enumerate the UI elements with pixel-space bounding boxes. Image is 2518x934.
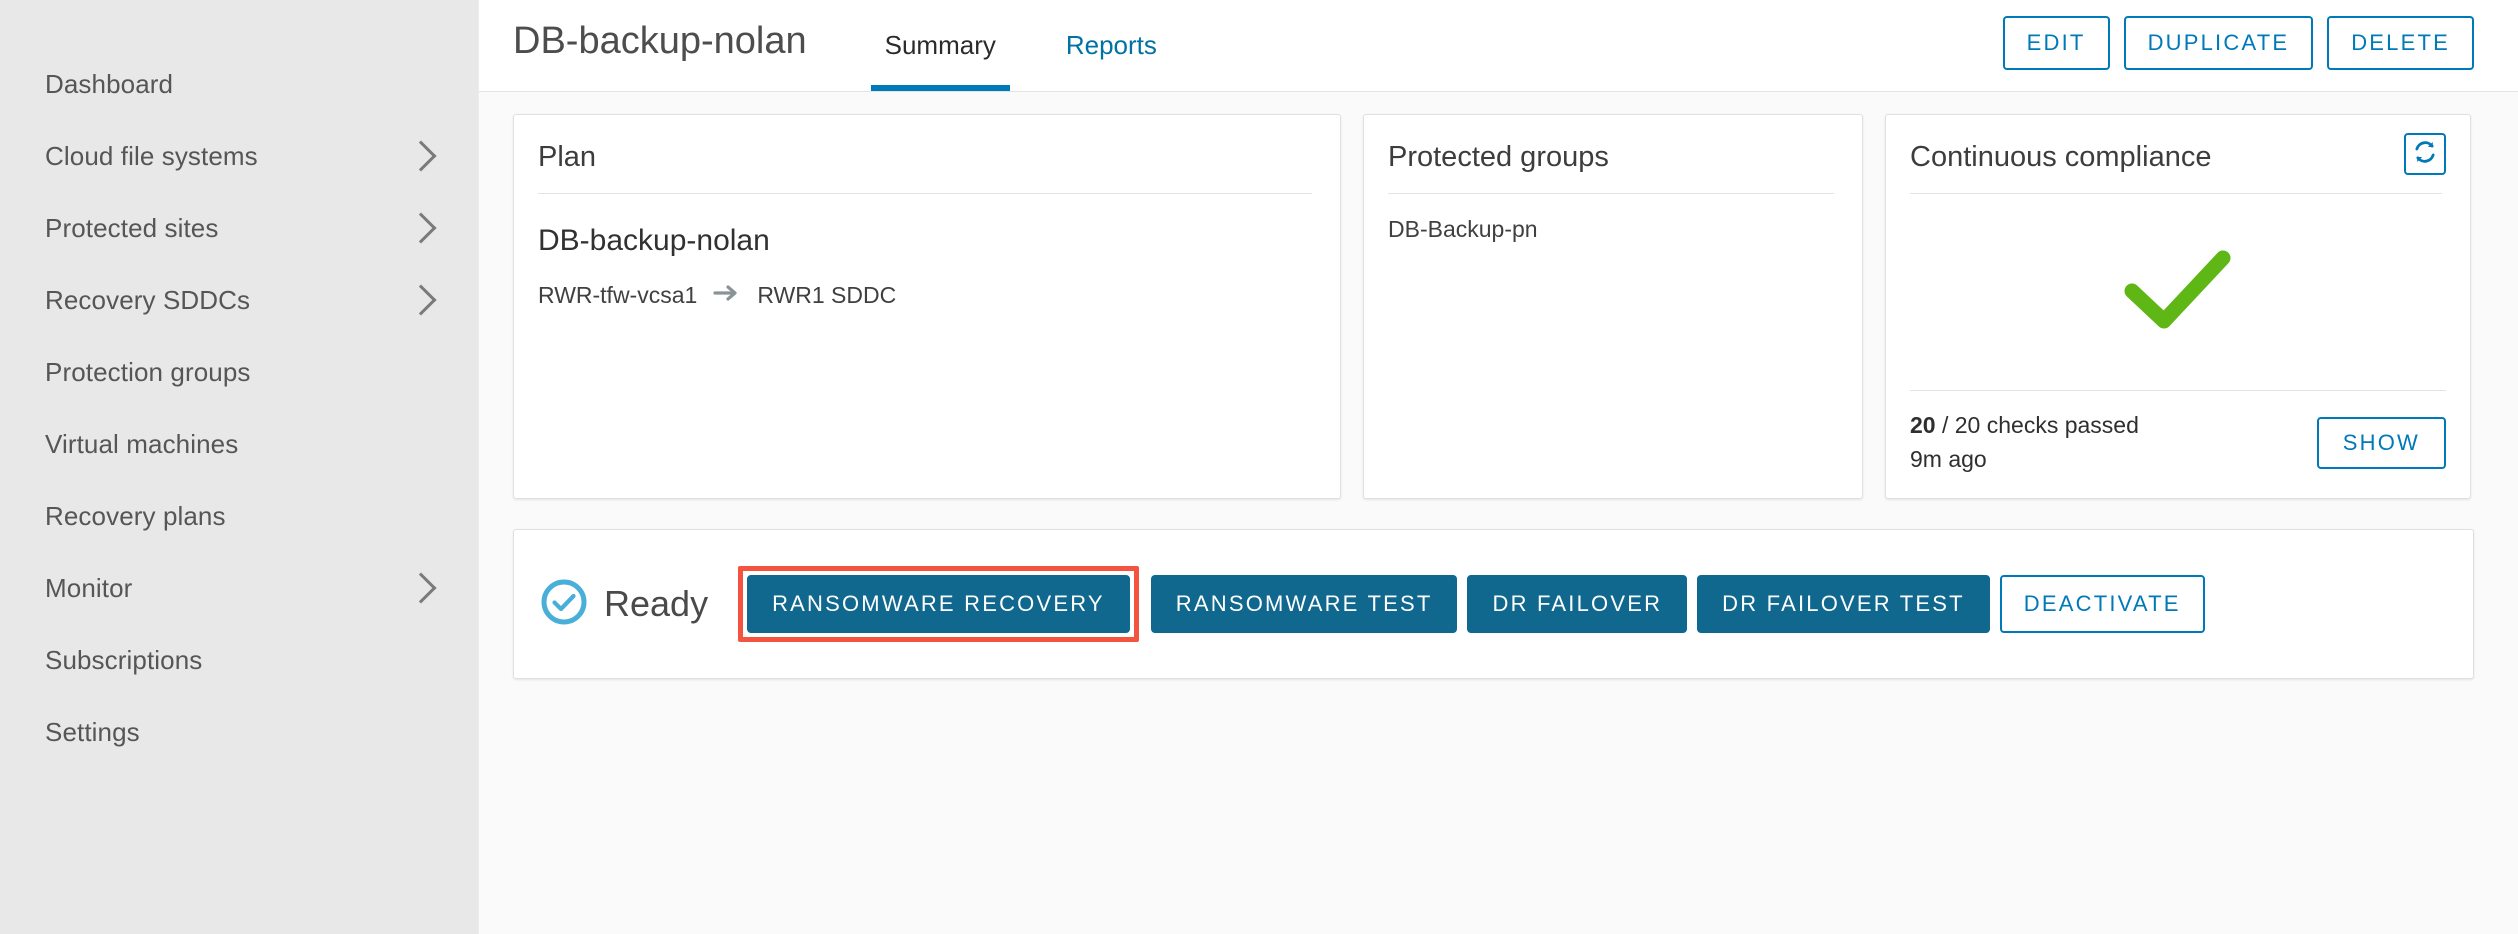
sidebar-item-recovery-plans[interactable]: Recovery plans: [0, 480, 478, 552]
page-title: DB-backup-nolan: [513, 20, 807, 62]
protected-groups-card-body: DB-Backup-pn: [1364, 194, 1862, 498]
compliance-card-header: Continuous compliance: [1886, 115, 2470, 194]
protected-groups-card-header: Protected groups: [1364, 115, 1862, 194]
check-circle-icon: [540, 578, 588, 631]
plan-card-title: Plan: [538, 139, 1312, 194]
plan-card-body: DB-backup-nolan RWR-tfw-vcsa1 RWR1 SDDC: [514, 194, 1340, 498]
refresh-icon: [2412, 139, 2438, 170]
tab-bar: Summary Reports: [870, 0, 1213, 92]
highlight-annotation: RANSOMWARE RECOVERY: [738, 566, 1139, 642]
sidebar-item-label: Virtual machines: [45, 428, 239, 459]
sidebar-item-recovery-sddcs[interactable]: Recovery SDDCs: [0, 264, 478, 336]
ransomware-recovery-button[interactable]: RANSOMWARE RECOVERY: [747, 575, 1130, 633]
sidebar-item-label: Recovery SDDCs: [45, 284, 251, 315]
checks-passed: 20 / 20 checks passed: [1910, 409, 2139, 442]
chevron-right-icon[interactable]: [405, 140, 437, 172]
ransomware-test-button[interactable]: RANSOMWARE TEST: [1150, 575, 1458, 633]
plan-card-header: Plan: [514, 115, 1340, 194]
sidebar-item-protected-sites[interactable]: Protected sites: [0, 192, 478, 264]
sidebar-item-virtual-machines[interactable]: Virtual machines: [0, 408, 478, 480]
sidebar-item-label: Dashboard: [45, 68, 174, 99]
sidebar-item-monitor[interactable]: Monitor: [0, 552, 478, 624]
compliance-summary: 20 / 20 checks passed 9m ago: [1910, 409, 2139, 476]
compliance-last-run: 9m ago: [1910, 445, 1987, 472]
sidebar-item-label: Recovery plans: [45, 500, 226, 531]
sidebar: Dashboard Cloud file systems Protected s…: [0, 0, 478, 934]
sidebar-item-label: Subscriptions: [45, 644, 203, 675]
continuous-compliance-card: Continuous compliance 20 / 20 checks pas…: [1885, 114, 2471, 499]
plan-source-site: RWR-tfw-vcsa1: [538, 281, 698, 308]
content-area: Plan DB-backup-nolan RWR-tfw-vcsa1 RWR1 …: [479, 92, 2518, 934]
plan-status: Ready: [540, 578, 708, 631]
sidebar-item-label: Cloud file systems: [45, 140, 258, 171]
sidebar-item-cloud-file-systems[interactable]: Cloud file systems: [0, 120, 478, 192]
plan-target-sddc: RWR1 SDDC: [757, 281, 897, 308]
plan-action-buttons: RANSOMWARE RECOVERY RANSOMWARE TEST DR F…: [738, 566, 2205, 642]
plan-name: DB-backup-nolan: [538, 223, 770, 257]
show-button[interactable]: SHOW: [2316, 416, 2446, 469]
sidebar-item-label: Protected sites: [45, 212, 219, 243]
sidebar-item-protection-groups[interactable]: Protection groups: [0, 336, 478, 408]
chevron-right-icon[interactable]: [405, 212, 437, 244]
tab-summary[interactable]: Summary: [870, 30, 1011, 91]
arrow-right-icon: [713, 282, 741, 309]
page-header: DB-backup-nolan Summary Reports EDIT DUP…: [479, 0, 2518, 92]
refresh-button[interactable]: [2404, 133, 2446, 175]
chevron-right-icon[interactable]: [405, 284, 437, 316]
summary-card-row: Plan DB-backup-nolan RWR-tfw-vcsa1 RWR1 …: [513, 114, 2474, 499]
dr-failover-test-button[interactable]: DR FAILOVER TEST: [1697, 575, 1990, 633]
sidebar-item-dashboard[interactable]: Dashboard: [0, 48, 478, 120]
sidebar-item-label: Protection groups: [45, 356, 251, 387]
delete-button[interactable]: DELETE: [2327, 16, 2474, 70]
compliance-status-visual: [1886, 194, 2470, 391]
tab-reports[interactable]: Reports: [1052, 30, 1171, 61]
checks-passed-text: / 20 checks passed: [1935, 412, 2139, 439]
header-action-buttons: EDIT DUPLICATE DELETE: [2002, 16, 2474, 70]
plan-action-bar: Ready RANSOMWARE RECOVERY RANSOMWARE TES…: [513, 529, 2474, 679]
sidebar-item-label: Settings: [45, 716, 140, 747]
checks-passed-count: 20: [1910, 412, 1936, 439]
protected-groups-card-title: Protected groups: [1388, 139, 1834, 194]
plan-route: RWR-tfw-vcsa1 RWR1 SDDC: [538, 282, 1316, 309]
plan-card: Plan DB-backup-nolan RWR-tfw-vcsa1 RWR1 …: [513, 114, 1341, 499]
compliance-card-footer: 20 / 20 checks passed 9m ago SHOW: [1910, 390, 2446, 498]
protected-groups-card: Protected groups DB-Backup-pn: [1363, 114, 1863, 499]
deactivate-button[interactable]: DEACTIVATE: [1999, 575, 2205, 633]
main-area: DB-backup-nolan Summary Reports EDIT DUP…: [478, 0, 2518, 934]
sidebar-item-label: Monitor: [45, 572, 133, 603]
app-window: Dashboard Cloud file systems Protected s…: [0, 0, 2518, 934]
status-badge: Ready: [604, 583, 709, 624]
chevron-right-icon[interactable]: [405, 572, 437, 604]
green-check-icon: [2122, 247, 2234, 338]
edit-button[interactable]: EDIT: [2002, 16, 2110, 70]
dr-failover-button[interactable]: DR FAILOVER: [1467, 575, 1688, 633]
compliance-card-title: Continuous compliance: [1910, 139, 2442, 194]
list-item[interactable]: DB-Backup-pn: [1388, 216, 1838, 243]
duplicate-button[interactable]: DUPLICATE: [2123, 16, 2314, 70]
sidebar-item-settings[interactable]: Settings: [0, 696, 478, 768]
sidebar-item-subscriptions[interactable]: Subscriptions: [0, 624, 478, 696]
